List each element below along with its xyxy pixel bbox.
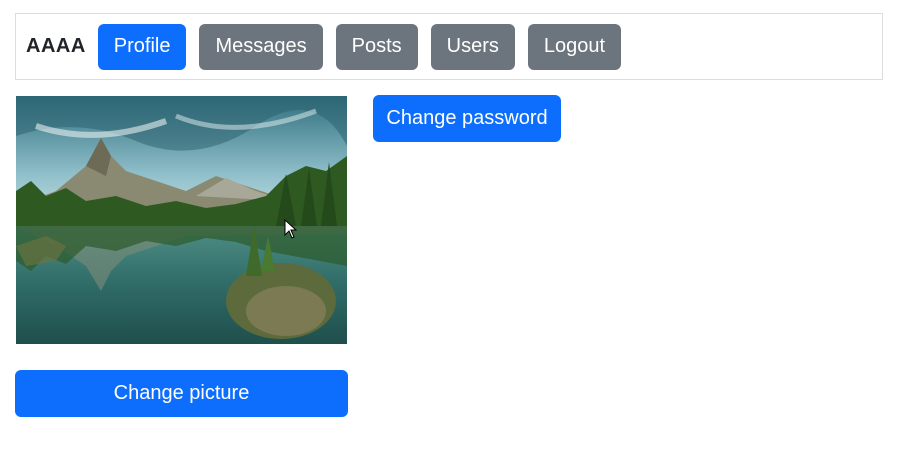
- change-password-button[interactable]: Change password: [373, 95, 561, 142]
- nav-logout-button[interactable]: Logout: [527, 23, 622, 70]
- brand-name[interactable]: AAAA: [26, 35, 86, 58]
- top-navbar: AAAA Profile Messages Posts Users Logout: [15, 13, 883, 80]
- nav-profile-button[interactable]: Profile: [97, 23, 187, 70]
- nav-posts-button[interactable]: Posts: [335, 23, 418, 70]
- change-picture-button[interactable]: Change picture: [15, 370, 348, 417]
- nav-users-button[interactable]: Users: [430, 23, 515, 70]
- mouse-cursor-icon: [284, 219, 298, 239]
- nav-messages-button[interactable]: Messages: [199, 23, 323, 70]
